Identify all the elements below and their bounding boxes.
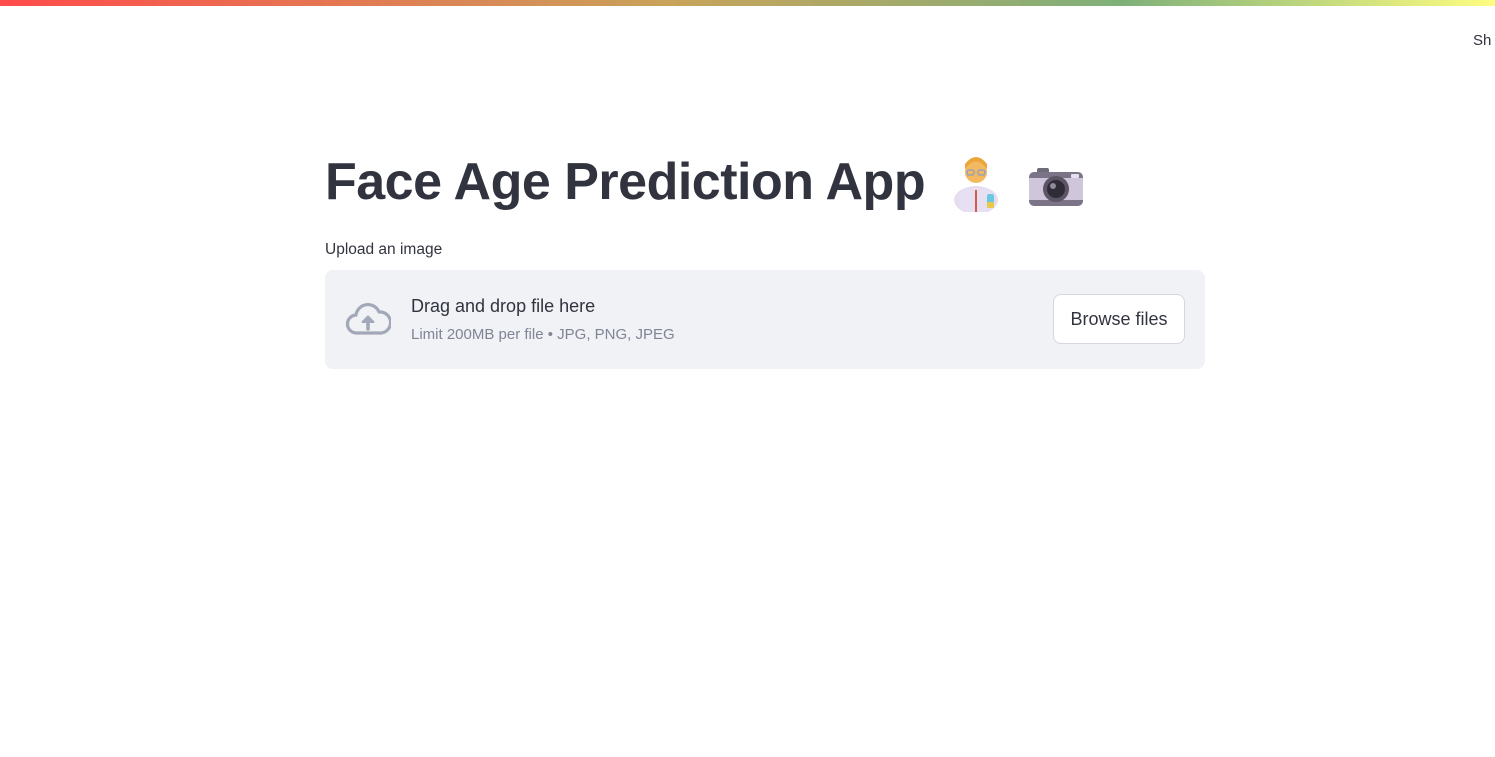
header-menu-text[interactable]: Sh — [1473, 32, 1495, 49]
dropzone-instructions: Drag and drop file here — [411, 296, 596, 316]
camera-icon — [1029, 168, 1084, 206]
uploader-label: Upload an image — [325, 241, 443, 258]
page-title: Face Age Prediction App — [325, 140, 1205, 224]
dropzone-limit-text: Limit 200MB per file • JPG, PNG, JPEG — [411, 326, 675, 343]
browse-files-button[interactable]: Browse files — [1053, 294, 1185, 344]
cloud-upload-icon — [345, 302, 391, 335]
page-title-text: Face Age Prediction App — [325, 153, 926, 211]
scientist-icon — [954, 157, 999, 212]
top-decoration-bar — [0, 0, 1495, 6]
main-content: Face Age Prediction App Upload an image — [325, 140, 1205, 369]
dropzone-texts: Drag and drop file here Limit 200MB per … — [411, 294, 675, 344]
file-dropzone[interactable]: Drag and drop file here Limit 200MB per … — [325, 270, 1205, 369]
